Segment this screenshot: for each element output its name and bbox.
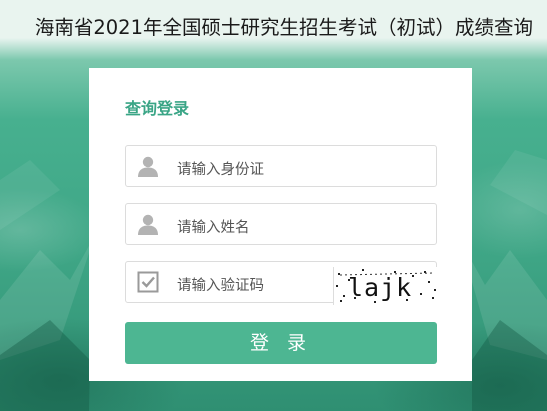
login-button[interactable]: 登 录 (125, 322, 437, 364)
id-number-field[interactable]: 请输入身份证 (125, 145, 437, 187)
checkbox-icon (136, 270, 160, 294)
name-field[interactable]: 请输入姓名 (125, 203, 437, 245)
captcha-image[interactable]: lajk (333, 267, 438, 305)
page-title: 海南省2021年全国硕士研究生招生考试（初试）成绩查询 (34, 16, 533, 39)
user-icon (136, 154, 160, 178)
id-number-placeholder: 请输入身份证 (177, 162, 264, 178)
name-placeholder: 请输入姓名 (177, 220, 250, 236)
captcha-text: lajk (348, 273, 412, 302)
login-card: 查询登录 请输入身份证 请输入姓名 请输入验证码 lajk 登 录 (89, 68, 472, 381)
captcha-field[interactable]: 请输入验证码 lajk (125, 261, 438, 305)
captcha-placeholder: 请输入验证码 (177, 278, 264, 294)
user-icon (136, 212, 160, 236)
login-heading: 查询登录 (125, 99, 190, 118)
